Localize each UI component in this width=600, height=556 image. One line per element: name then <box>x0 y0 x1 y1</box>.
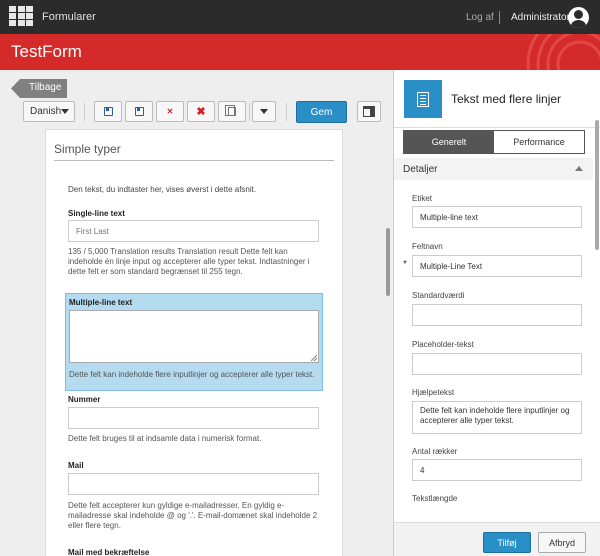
save-icon <box>103 107 113 116</box>
page-title: TestForm <box>11 42 82 61</box>
standardvaerdi-input[interactable] <box>412 304 582 326</box>
save-as-button[interactable] <box>125 101 153 122</box>
field-label-number: Nummer <box>68 395 101 404</box>
multiple-line-textarea[interactable] <box>69 310 319 363</box>
panel-title: Tekst med flere linjer <box>451 92 562 106</box>
delete-field-button[interactable]: ✕ <box>156 101 184 122</box>
number-input[interactable] <box>68 407 319 429</box>
prop-label-hjaelpetekst: Hjælpetekst <box>412 388 455 397</box>
save-icon-button[interactable] <box>94 101 122 122</box>
avatar-icon[interactable] <box>568 7 589 28</box>
language-select[interactable]: Danish <box>23 101 75 122</box>
chevron-up-icon <box>575 166 583 171</box>
toolbar-divider <box>84 103 85 121</box>
cancel-button[interactable]: Afbryd <box>538 532 586 553</box>
single-line-input[interactable] <box>68 220 319 242</box>
form-header: TestForm <box>0 34 600 70</box>
etiket-input[interactable]: Multiple-line text <box>412 206 582 228</box>
delete-icon: ✖ <box>196 106 206 118</box>
top-bar: Formularer Log af Administrator <box>0 0 600 34</box>
prop-label-standardvaerdi: Standardværdi <box>412 291 465 300</box>
details-section-title: Detaljer <box>403 164 438 175</box>
form-canvas: Simple typer Den tekst, du indtaster her… <box>45 129 343 556</box>
details-section-header[interactable]: Detaljer <box>394 158 593 180</box>
field-label-multiple-line: Multiple-line text <box>69 298 133 307</box>
copy-button[interactable] <box>218 101 246 122</box>
section-title[interactable]: Simple typer <box>54 142 334 161</box>
header-decoration-icon <box>526 34 600 70</box>
editor-scrollbar[interactable] <box>386 228 390 296</box>
field-help-single-line: 135 / 5,000 Translation results Translat… <box>68 247 310 276</box>
antal-raekker-input[interactable]: 4 <box>412 459 582 481</box>
add-button[interactable]: Tilføj <box>483 532 531 553</box>
tab-general[interactable]: Generelt <box>404 131 494 153</box>
section-intro: Den tekst, du indtaster her, vises øvers… <box>68 185 257 194</box>
field-help-mail: Dette felt accepterer kun gyldige e-mail… <box>68 501 318 530</box>
remove-icon: ✕ <box>166 107 174 116</box>
feltnavn-input[interactable]: Multiple-Line Text <box>412 255 582 277</box>
selected-field-multiple-line[interactable]: Multiple-line text Dette felt kan indeho… <box>65 293 323 391</box>
panel-layout-icon <box>363 106 375 117</box>
chevron-down-icon <box>61 109 70 114</box>
field-help-multiple-line: Dette felt kan indeholde flere inputlinj… <box>69 370 315 379</box>
app-name[interactable]: Formularer <box>42 11 96 23</box>
required-mark: * <box>403 259 407 270</box>
language-value: Danish <box>30 106 62 117</box>
save-as-icon <box>134 107 144 116</box>
hjaelpetekst-textarea[interactable]: Dette felt kan indeholde flere inputlinj… <box>412 401 582 434</box>
form-editor: Tilbage Danish ✕ ✖ Gem Simple typer Den … <box>0 70 393 556</box>
save-button[interactable]: Gem <box>296 101 347 123</box>
field-label-single-line: Single-line text <box>68 209 125 218</box>
app-grid-icon[interactable] <box>9 6 33 28</box>
panel-toggle-button[interactable] <box>357 101 381 122</box>
properties-panel: Tekst med flere linjer Generelt Performa… <box>393 70 600 556</box>
panel-footer: Tilføj Afbryd <box>394 522 600 556</box>
panel-header: Tekst med flere linjer <box>394 70 600 128</box>
panel-scrollbar[interactable] <box>595 120 599 250</box>
delete-button[interactable]: ✖ <box>187 101 215 122</box>
prop-label-feltnavn: Feltnavn <box>412 242 443 251</box>
panel-tabs: Generelt Performance <box>403 130 585 154</box>
copy-icon <box>225 105 236 116</box>
topbar-divider <box>499 11 500 24</box>
back-button[interactable]: Tilbage <box>11 79 67 98</box>
mail-input[interactable] <box>68 473 319 495</box>
prop-label-placeholder: Placeholder-tekst <box>412 340 474 349</box>
field-help-number: Dette felt bruges til at indsamle data i… <box>68 434 262 443</box>
toolbar-divider <box>286 103 287 121</box>
toolbar-divider <box>249 103 250 121</box>
prop-label-etiket: Etiket <box>412 194 433 203</box>
tab-performance[interactable]: Performance <box>494 131 584 153</box>
logoff-link[interactable]: Log af <box>466 12 494 23</box>
placeholder-input[interactable] <box>412 353 582 375</box>
field-label-mail-confirm: Mail med bekræftelse <box>68 548 150 556</box>
chevron-down-icon <box>260 109 268 114</box>
field-label-mail: Mail <box>68 461 84 470</box>
more-options-button[interactable] <box>252 101 276 122</box>
textarea-type-icon <box>404 80 442 118</box>
user-name[interactable]: Administrator <box>511 12 570 23</box>
prop-label-antal-raekker: Antal rækker <box>412 447 458 456</box>
prop-label-tekstlaengde: Tekstlængde <box>412 494 458 503</box>
